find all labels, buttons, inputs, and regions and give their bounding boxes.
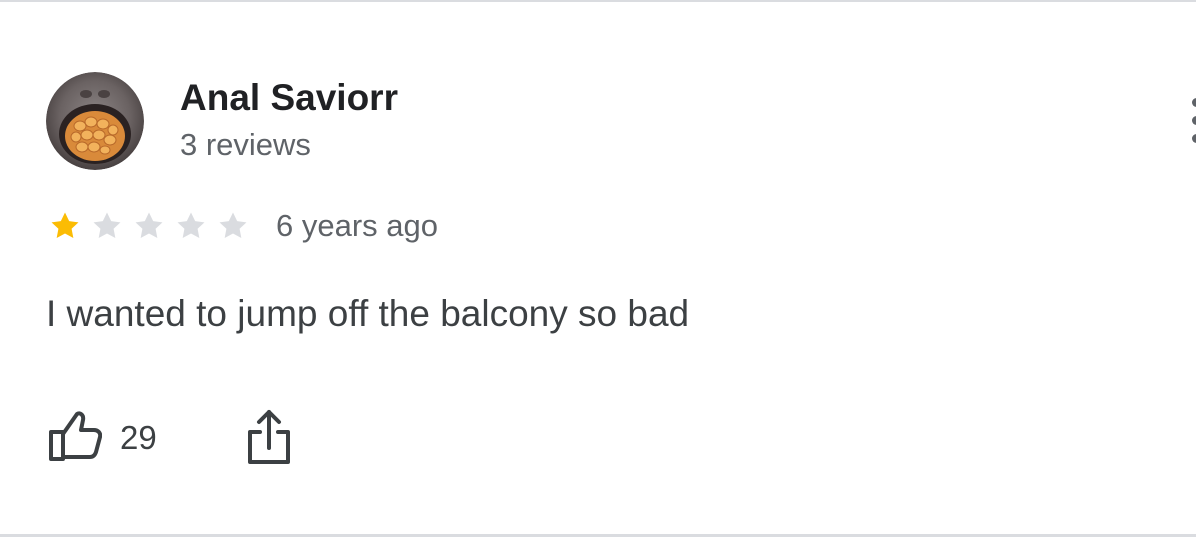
star-empty-icon xyxy=(174,209,208,243)
review-text: I wanted to jump off the balcony so bad xyxy=(46,293,690,334)
star-empty-icon xyxy=(132,209,166,243)
share-button[interactable] xyxy=(244,408,294,466)
review-time: 6 years ago xyxy=(276,208,438,243)
review-count: 3 reviews xyxy=(180,127,311,162)
like-button[interactable]: 29 xyxy=(48,410,157,466)
star-rating xyxy=(48,209,258,245)
share-icon xyxy=(244,410,294,470)
avatar[interactable] xyxy=(46,72,144,170)
top-divider xyxy=(0,0,1196,2)
star-empty-icon xyxy=(216,209,250,243)
star-filled-icon xyxy=(48,209,82,243)
thumbs-up-icon xyxy=(48,410,103,467)
more-vert-icon[interactable] xyxy=(1186,98,1196,146)
like-count: 29 xyxy=(120,419,157,456)
avatar-image xyxy=(46,72,144,170)
reviewer-name[interactable]: Anal Saviorr xyxy=(180,76,398,120)
bottom-divider xyxy=(0,534,1196,537)
star-empty-icon xyxy=(90,209,124,243)
